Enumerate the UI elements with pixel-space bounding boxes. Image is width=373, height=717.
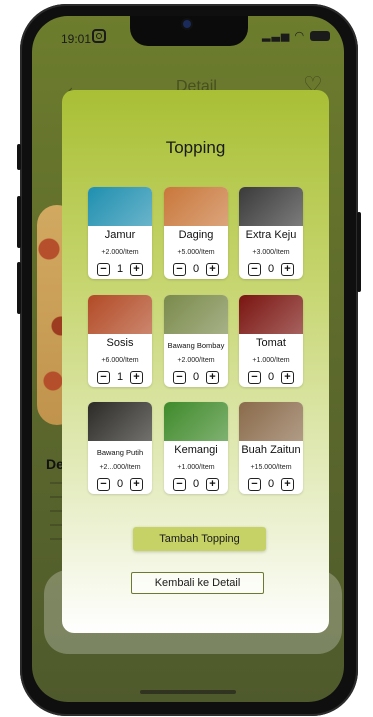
sausage-image [88,295,152,334]
topping-price: +5.000/Item [177,249,215,256]
topping-name: Jamur [104,229,136,241]
increase-button[interactable]: + [281,370,294,384]
decrease-button[interactable]: − [97,370,110,384]
onion-image [164,295,228,334]
topping-price: +2.000/Item [101,249,139,256]
volume-down-button [17,262,21,314]
topping-card: Bawang Putih +2...000/Item −0 + [88,402,152,494]
quantity-stepper: −0 + [97,477,143,491]
quantity-value: 1 [116,371,124,383]
front-camera [183,20,191,28]
cheese-image [239,187,303,226]
signal-icon: ▂▃▅ [262,30,291,42]
quantity-value: 0 [267,263,275,275]
volume-up-button [17,196,21,248]
topping-name: Extra Keju [245,229,297,241]
topping-price: +1.000/Item [252,357,290,364]
topping-name: Buah Zaitun [241,444,301,456]
topping-price: +2.000/Item [177,357,215,364]
decrease-button[interactable]: − [248,370,261,384]
quantity-stepper: −1 + [97,262,143,276]
topping-name: Bawang Bombay [167,341,225,350]
topping-price: +6.000/Item [101,357,139,364]
topping-card: Jamur +2.000/Item −1 + [88,187,152,279]
instagram-icon [92,29,106,43]
increase-button[interactable]: + [206,477,219,491]
quantity-stepper: −0 + [248,477,294,491]
increase-button[interactable]: + [206,370,219,384]
quantity-stepper: −0 + [173,370,219,384]
decrease-button[interactable]: − [97,477,110,491]
quantity-value: 0 [267,371,275,383]
home-indicator [140,690,236,694]
quantity-value: 0 [267,478,275,490]
decrease-button[interactable]: − [173,477,186,491]
decrease-button[interactable]: − [97,262,110,276]
quantity-stepper: −1 + [97,370,143,384]
battery-icon [310,31,330,41]
decrease-button[interactable]: − [173,370,186,384]
mute-switch [17,144,21,170]
quantity-stepper: −0 + [248,370,294,384]
power-button [357,212,361,292]
olive-image [239,402,303,441]
back-to-detail-button[interactable]: Kembali ke Detail [131,572,264,594]
mushroom-image [88,187,152,226]
topping-card: Daging +5.000/Item −0 + [164,187,228,279]
add-topping-button[interactable]: Tambah Topping [133,527,266,551]
quantity-stepper: −0 + [173,477,219,491]
topping-price: +3.000/Item [252,249,290,256]
increase-button[interactable]: + [281,477,294,491]
increase-button[interactable]: + [130,477,143,491]
wifi-icon: ◠ [294,30,306,42]
topping-name: Daging [178,229,214,241]
topping-price: +2...000/Item [99,464,141,471]
topping-card: Extra Keju +3.000/Item −0 + [239,187,303,279]
increase-button[interactable]: + [130,370,143,384]
quantity-value: 0 [192,478,200,490]
increase-button[interactable]: + [281,262,294,276]
topping-price: +1.000/Item [177,464,215,471]
topping-card: Bawang Bombay +2.000/Item −0 + [164,295,228,387]
decrease-button[interactable]: − [248,262,261,276]
topping-card: Sosis +6.000/Item −1 + [88,295,152,387]
quantity-stepper: −0 + [173,262,219,276]
basil-image [164,402,228,441]
quantity-value: 0 [192,371,200,383]
topping-price: +15.000/Item [250,464,292,471]
topping-modal: Topping Jamur +2.000/Item −1 + Daging +5.000/… [62,90,329,633]
topping-name: Kemangi [174,444,218,456]
status-icons: ▂▃▅ ◠ [262,29,305,42]
topping-card: Buah Zaitun +15.000/Item −0 + [239,402,303,494]
topping-name: Sosis [106,337,134,349]
increase-button[interactable]: + [206,262,219,276]
decrease-button[interactable]: − [173,262,186,276]
topping-card: Kemangi +1.000/Item −0 + [164,402,228,494]
quantity-stepper: −0 + [248,262,294,276]
quantity-value: 0 [192,263,200,275]
garlic-image [88,402,152,441]
modal-title: Topping [165,138,226,157]
topping-name: Bawang Putih [96,448,144,457]
increase-button[interactable]: + [130,262,143,276]
quantity-value: 1 [116,263,124,275]
status-time: 19:01 [61,32,92,46]
meat-image [164,187,228,226]
topping-name: Tomat [256,337,286,349]
quantity-value: 0 [116,478,124,490]
decrease-button[interactable]: − [248,477,261,491]
tomato-image [239,295,303,334]
topping-card: Tomat +1.000/Item −0 + [239,295,303,387]
